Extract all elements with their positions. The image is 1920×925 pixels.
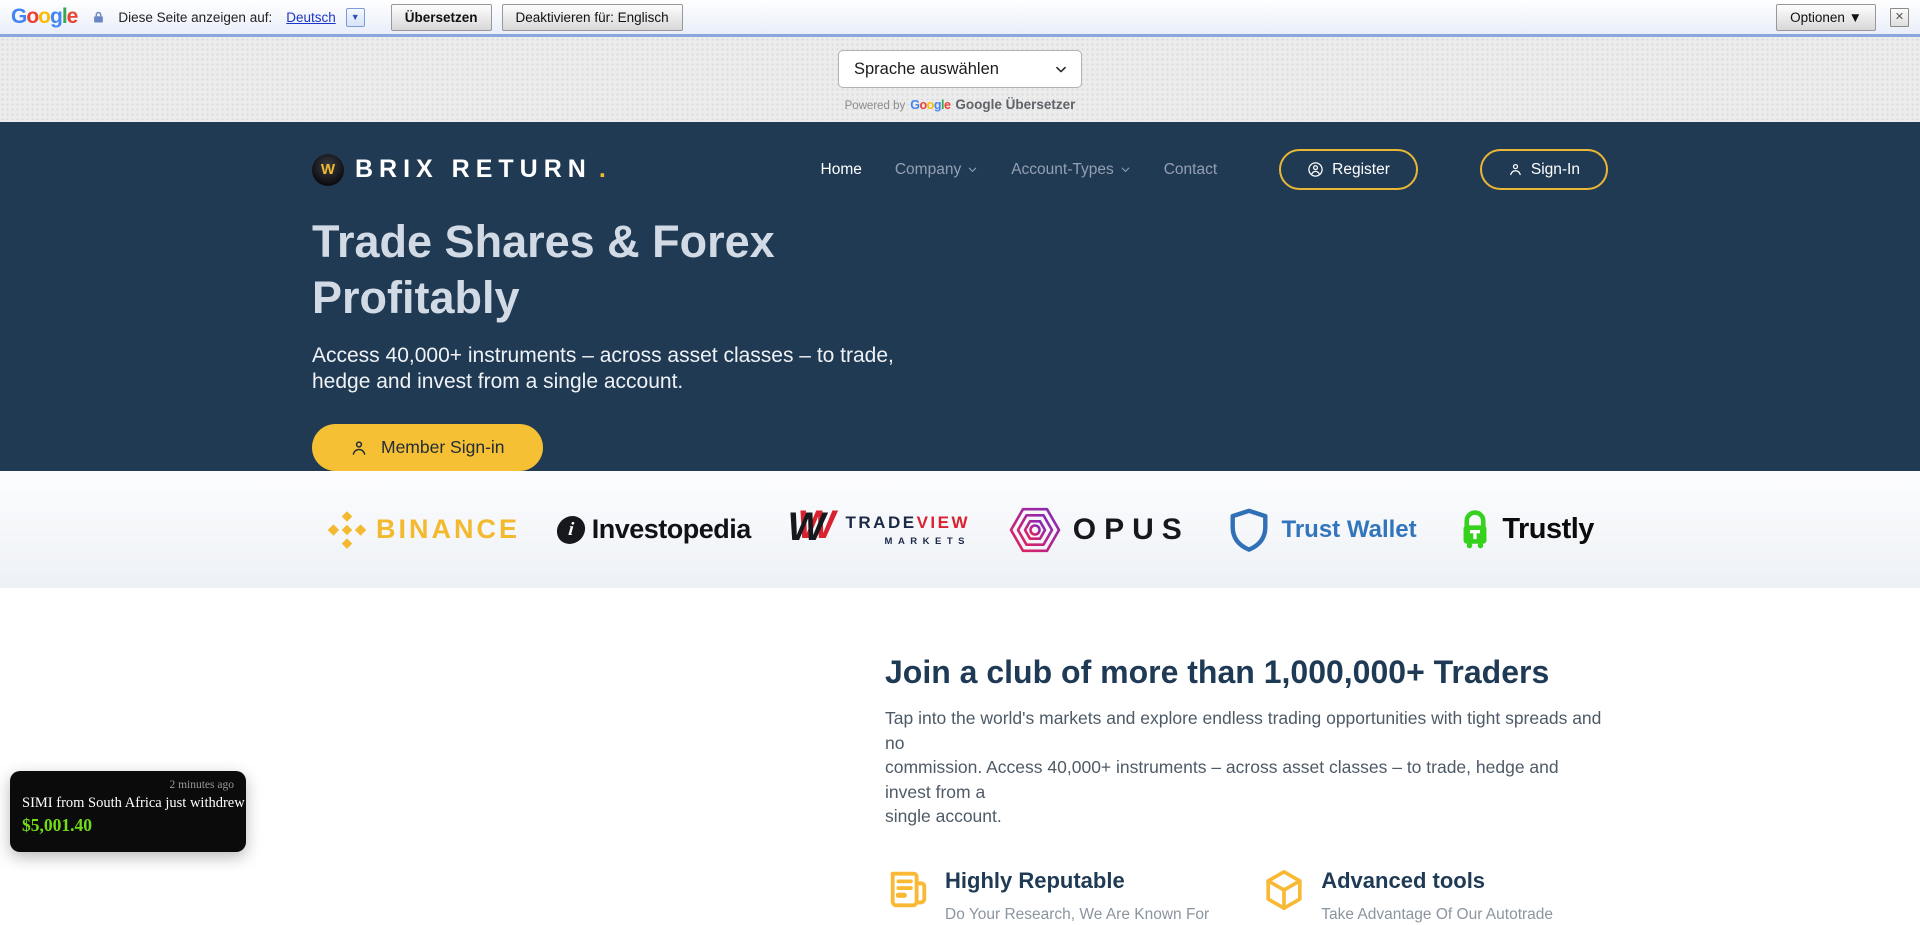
language-link[interactable]: Deutsch bbox=[286, 10, 336, 25]
close-translate-bar-icon[interactable]: ✕ bbox=[1890, 8, 1909, 27]
intro-body: Tap into the world's markets and explore… bbox=[885, 706, 1608, 829]
nav-item-contact[interactable]: Contact bbox=[1164, 161, 1217, 179]
opus-icon bbox=[1007, 502, 1063, 558]
intro-heading: Join a club of more than 1,000,000+ Trad… bbox=[885, 588, 1608, 691]
chevron-down-icon bbox=[967, 164, 978, 175]
hero-subtitle: Access 40,000+ instruments – across asse… bbox=[312, 343, 1608, 395]
powered-by: Powered by Google Google Übersetzer bbox=[845, 97, 1076, 112]
member-signin-button[interactable]: Member Sign-in bbox=[312, 424, 543, 471]
translate-button[interactable]: Übersetzen bbox=[391, 4, 492, 31]
register-button[interactable]: Register bbox=[1279, 149, 1418, 190]
google-logo: Google bbox=[11, 5, 77, 29]
person-icon bbox=[350, 439, 368, 457]
trustly-lock-icon bbox=[1453, 507, 1497, 553]
toast-amount: $5,001.40 bbox=[22, 815, 234, 836]
investopedia-icon: i bbox=[555, 516, 586, 544]
person-icon bbox=[1508, 162, 1523, 177]
google-logo-small: Google bbox=[910, 98, 950, 112]
feature-body: Do Your Research, We Are Known For Quali… bbox=[945, 904, 1241, 925]
brand-name: BRIX RETURN bbox=[355, 155, 592, 184]
hero-title: Trade Shares & Forex Profitably bbox=[312, 214, 1608, 326]
tradeview-icon: W W bbox=[788, 509, 838, 551]
partner-opus: OPUS bbox=[1007, 502, 1190, 558]
brand-logo[interactable]: W BRIX RETURN . bbox=[312, 154, 606, 186]
brand-mark-icon: W bbox=[312, 154, 344, 186]
navbar: W BRIX RETURN . Home Company Account-Typ… bbox=[312, 122, 1608, 196]
translate-prompt: Diese Seite anzeigen auf: bbox=[118, 10, 272, 25]
nav-links: Home Company Account-Types Contact Regis… bbox=[821, 149, 1609, 190]
feature-advanced-tools: Advanced tools Take Advantage Of Our Aut… bbox=[1261, 865, 1608, 925]
signin-button[interactable]: Sign-In bbox=[1480, 149, 1608, 190]
partner-trust-wallet: Trust Wallet bbox=[1226, 506, 1416, 554]
language-dropdown-button[interactable]: ▼ bbox=[346, 8, 365, 27]
feature-body: Take Advantage Of Our Autotrade System. … bbox=[1321, 904, 1608, 925]
translate-widget-strip: Sprache auswählen Powered by Google Goog… bbox=[0, 37, 1920, 122]
partner-binance: BINANCE bbox=[326, 509, 520, 551]
partner-investopedia: i Investopedia bbox=[557, 514, 751, 545]
language-select[interactable]: Sprache auswählen bbox=[838, 50, 1082, 88]
options-button[interactable]: Optionen ▼ bbox=[1776, 4, 1876, 31]
language-select-value: Sprache auswählen bbox=[854, 60, 999, 79]
lock-icon bbox=[91, 10, 106, 25]
binance-icon bbox=[326, 509, 368, 551]
feature-title: Highly Reputable bbox=[945, 868, 1241, 894]
nav-item-account-types[interactable]: Account-Types bbox=[1011, 161, 1131, 179]
trust-wallet-shield-icon bbox=[1226, 506, 1272, 554]
withdrawal-toast: 2 minutes ago SIMI from South Africa jus… bbox=[10, 771, 246, 852]
hero-section: W BRIX RETURN . Home Company Account-Typ… bbox=[0, 122, 1920, 471]
person-circle-icon bbox=[1307, 161, 1324, 178]
partner-logo-band: BINANCE i Investopedia W W TRADEVIEW MAR… bbox=[0, 471, 1920, 588]
deactivate-button[interactable]: Deaktivieren für: Englisch bbox=[502, 4, 683, 31]
feature-title: Advanced tools bbox=[1321, 868, 1608, 894]
toast-message: SIMI from South Africa just withdrew bbox=[22, 795, 234, 812]
nav-item-company[interactable]: Company bbox=[895, 161, 978, 179]
newspaper-icon bbox=[885, 867, 931, 913]
partner-trustly: Trustly bbox=[1453, 507, 1594, 553]
box-icon bbox=[1261, 867, 1307, 913]
partner-tradeview: W W TRADEVIEW MARKETS bbox=[788, 509, 971, 551]
chevron-down-icon bbox=[1120, 164, 1131, 175]
chevron-down-icon bbox=[1054, 62, 1068, 76]
google-translate-bar: Google Diese Seite anzeigen auf: Deutsch… bbox=[0, 0, 1920, 37]
feature-highly-reputable: Highly Reputable Do Your Research, We Ar… bbox=[885, 865, 1261, 925]
intro-section: Join a club of more than 1,000,000+ Trad… bbox=[0, 588, 1920, 925]
brand-dot: . bbox=[599, 155, 606, 184]
nav-item-home[interactable]: Home bbox=[821, 161, 862, 179]
google-translator-link[interactable]: Google Übersetzer bbox=[955, 97, 1075, 112]
toast-timestamp: 2 minutes ago bbox=[22, 779, 234, 791]
